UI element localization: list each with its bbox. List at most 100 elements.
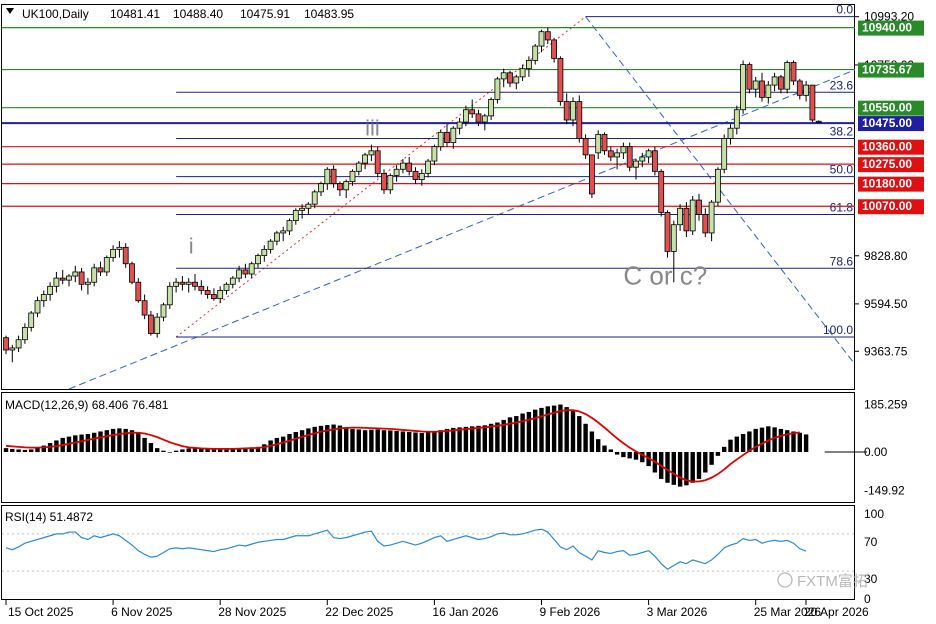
- candle-body: [809, 84, 816, 121]
- high-value: 10488.40: [173, 7, 223, 21]
- candle-body: [557, 57, 564, 102]
- candle-body: [318, 183, 324, 193]
- candle-body: [135, 281, 142, 302]
- price-tick-label: 9594.50: [864, 297, 908, 311]
- macd-histogram-bar: [381, 430, 387, 452]
- macd-histogram-bar: [608, 449, 613, 452]
- candle-body: [784, 62, 791, 90]
- macd-histogram-bar: [671, 451, 676, 485]
- candle-body: [173, 281, 180, 287]
- macd-histogram-bar: [778, 428, 784, 452]
- macd-histogram-bar: [287, 434, 292, 452]
- candle-body: [532, 45, 539, 61]
- candle-body: [494, 78, 501, 100]
- macd-histogram-bar: [199, 448, 204, 452]
- macd-histogram-bar: [602, 445, 607, 452]
- candle-body: [21, 326, 28, 341]
- macd-histogram-bar: [400, 431, 406, 452]
- candle-body: [122, 246, 129, 265]
- candle-body: [444, 131, 450, 143]
- candle-body: [406, 162, 413, 172]
- candle-body: [462, 109, 469, 123]
- candle-body: [85, 281, 91, 285]
- trading-chart: 0.023.638.250.061.878.6100.0iiiiC or c? …: [0, 0, 936, 624]
- macd-histogram-bar: [388, 430, 393, 452]
- candle-body: [815, 120, 822, 123]
- macd-histogram-bar: [110, 428, 116, 452]
- candle-body: [633, 160, 639, 168]
- candle-body: [431, 146, 438, 162]
- macd-histogram-bar: [375, 429, 380, 452]
- macd-histogram-bar: [318, 425, 324, 452]
- macd-histogram-bar: [432, 431, 437, 452]
- macd-histogram-bar: [488, 423, 494, 452]
- macd-histogram-bar: [407, 431, 412, 452]
- level-badge-label: 10180.00: [862, 177, 912, 191]
- macd-histogram-bar: [10, 448, 15, 452]
- candle-body: [166, 285, 173, 306]
- watermark-text: FXTM富拓: [797, 572, 868, 590]
- candle-body: [664, 212, 671, 252]
- candle-body: [305, 203, 312, 209]
- macd-histogram-bar: [734, 436, 739, 452]
- macd-histogram-bar: [394, 430, 399, 452]
- candle-body: [185, 281, 192, 285]
- level-badge-label: 10275.00: [862, 157, 912, 171]
- macd-histogram-bar: [356, 429, 361, 452]
- macd-histogram-bar: [696, 451, 702, 479]
- macd-histogram-bar: [438, 430, 443, 452]
- candle-body: [418, 172, 425, 180]
- candle-body: [456, 121, 463, 129]
- candle-body: [280, 230, 287, 234]
- candle-body: [223, 283, 230, 291]
- candle-body: [412, 170, 419, 180]
- macd-histogram-bar: [482, 425, 487, 452]
- candle-body: [796, 80, 803, 96]
- candle-body: [368, 150, 375, 156]
- macd-histogram-bar: [564, 407, 569, 452]
- macd-histogram-bar: [3, 448, 9, 452]
- candle-body: [771, 76, 778, 86]
- candle-body: [311, 191, 318, 205]
- candle-body: [3, 337, 9, 351]
- date-tick-label: 6 Nov 2025: [111, 605, 173, 619]
- candle-body: [242, 269, 249, 275]
- candle-body: [28, 312, 35, 328]
- candle-body: [110, 248, 116, 258]
- candle-body: [513, 76, 520, 84]
- macd-histogram-bar: [457, 427, 462, 452]
- candle-body: [582, 138, 589, 156]
- candle-body: [589, 154, 595, 195]
- macd-histogram-bar: [148, 443, 154, 452]
- candle-body: [324, 168, 331, 185]
- macd-tick-label: 185.259: [864, 397, 908, 411]
- candle-body: [645, 150, 652, 158]
- macd-histogram-bar: [740, 434, 746, 452]
- fib-level-label: 50.0: [830, 163, 854, 177]
- candle-body: [481, 115, 488, 123]
- candle-body: [538, 31, 545, 47]
- candle-body: [803, 84, 809, 96]
- candle-body: [78, 271, 85, 285]
- macd-histogram-bar: [22, 449, 28, 452]
- candle-body: [765, 84, 772, 98]
- macd-histogram-bar: [526, 411, 532, 452]
- date-tick-label: 20 Apr 2026: [804, 605, 869, 619]
- candle-body: [544, 31, 551, 41]
- candle-body: [53, 277, 60, 287]
- macd-histogram-bar: [167, 451, 172, 453]
- candle-body: [526, 60, 532, 70]
- candle-body: [72, 271, 79, 277]
- date-tick-label: 16 Jan 2026: [432, 605, 498, 619]
- macd-histogram-bar: [715, 451, 721, 456]
- candle-body: [336, 183, 343, 191]
- candle-body: [500, 72, 507, 80]
- rsi-tick-label: 70: [864, 535, 878, 549]
- candle-body: [362, 154, 369, 164]
- candle-body: [759, 80, 765, 98]
- candle-body: [658, 170, 665, 213]
- macd-histogram-bar: [425, 432, 431, 452]
- macd-histogram-bar: [312, 426, 317, 452]
- level-badge-label: 10070.00: [862, 199, 912, 213]
- candle-body: [708, 201, 715, 234]
